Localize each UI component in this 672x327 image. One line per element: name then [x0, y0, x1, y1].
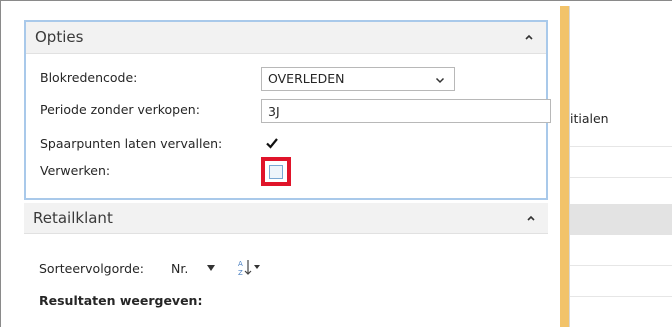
list-row-divider	[570, 177, 672, 178]
background-column-header: itialen	[570, 111, 609, 126]
results-heading: Resultaten weergeven:	[39, 293, 203, 308]
retailklant-section-header[interactable]: Retailklant	[24, 203, 548, 234]
background-list-pane: itialen	[569, 6, 672, 327]
sort-order-row: Sorteervolgorde: Nr. A Z	[39, 258, 439, 280]
sort-order-label: Sorteervolgorde:	[39, 261, 144, 276]
batch-job-request-page: Opties Blokredencode: OVERLEDEN Periode …	[1, 1, 560, 327]
retailklant-section: Retailklant Sorteervolgorde: Nr. A Z Res…	[24, 201, 548, 327]
list-row-divider	[570, 265, 672, 266]
blokredencode-row: Blokredencode: OVERLEDEN	[40, 67, 530, 91]
sort-order-value[interactable]: Nr.	[171, 261, 188, 276]
periode-input[interactable]	[261, 99, 551, 123]
list-row-divider	[570, 296, 672, 297]
svg-text:Z: Z	[238, 269, 243, 277]
chevron-down-icon[interactable]	[434, 74, 446, 86]
chevron-up-icon[interactable]	[522, 30, 536, 44]
options-section-header[interactable]: Opties	[26, 22, 546, 54]
periode-label: Periode zonder verkopen:	[40, 102, 200, 117]
spaarpunten-label: Spaarpunten laten vervallen:	[40, 136, 223, 151]
blokredencode-label: Blokredencode:	[40, 70, 138, 85]
sort-ascending-icon[interactable]: A Z	[237, 258, 261, 278]
chevron-up-icon[interactable]	[524, 211, 538, 225]
verwerken-label: Verwerken:	[40, 163, 111, 178]
selected-list-row[interactable]	[570, 204, 672, 235]
blokredencode-value: OVERLEDEN	[268, 71, 345, 86]
verwerken-checkbox[interactable]	[269, 165, 283, 179]
pane-divider-bar	[560, 6, 569, 327]
blokredencode-select[interactable]: OVERLEDEN	[261, 67, 455, 91]
options-section: Opties Blokredencode: OVERLEDEN Periode …	[24, 20, 551, 200]
periode-row: Periode zonder verkopen:	[40, 99, 551, 123]
list-row-divider	[570, 146, 672, 147]
spaarpunten-row: Spaarpunten laten vervallen:	[40, 133, 530, 157]
spaarpunten-checkbox[interactable]	[264, 135, 280, 151]
retailklant-section-title: Retailklant	[33, 209, 113, 227]
verwerken-row: Verwerken:	[40, 157, 530, 186]
options-section-title: Opties	[35, 28, 84, 46]
caret-down-icon[interactable]	[206, 264, 216, 272]
svg-text:A: A	[238, 260, 243, 268]
